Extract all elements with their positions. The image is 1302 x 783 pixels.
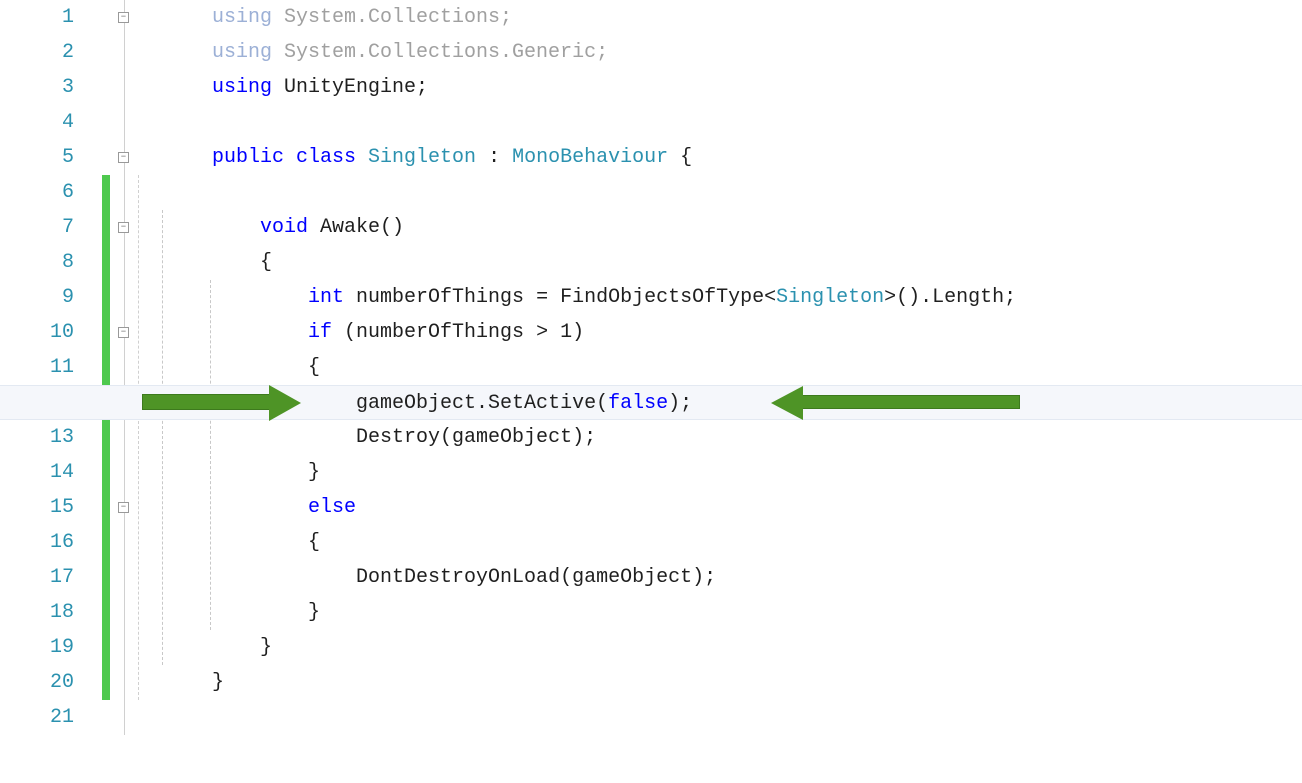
line-number: 14 <box>0 455 74 490</box>
outline-guide <box>138 175 139 700</box>
code-text: >().Length; <box>884 286 1016 309</box>
keyword-int: int <box>308 286 344 309</box>
code-text: { <box>668 146 692 169</box>
brace-open: { <box>260 251 272 274</box>
fold-toggle[interactable]: − <box>118 12 129 23</box>
line-number: 18 <box>0 595 74 630</box>
code-line[interactable]: } <box>212 455 1302 490</box>
brace-close: } <box>212 671 224 694</box>
code-text: ); <box>668 392 692 415</box>
code-line[interactable]: using System.Collections; <box>212 0 1302 35</box>
brace-close: } <box>260 636 272 659</box>
indent-guide <box>210 280 211 630</box>
brace-open: { <box>308 531 320 554</box>
keyword-false: false <box>608 392 668 415</box>
code-line[interactable]: using UnityEngine; <box>212 70 1302 105</box>
line-number: 3 <box>0 70 74 105</box>
code-area[interactable]: using System.Collections; using System.C… <box>212 0 1302 783</box>
type-singleton: Singleton <box>368 146 476 169</box>
keyword-using: using <box>212 41 272 64</box>
type-monobehaviour: MonoBehaviour <box>512 146 668 169</box>
namespace-text: UnityEngine; <box>272 76 428 99</box>
code-text: gameObject.SetActive( <box>356 392 608 415</box>
fold-toggle[interactable]: − <box>118 327 129 338</box>
namespace-text: System.Collections.Generic; <box>272 41 608 64</box>
line-number: 6 <box>0 175 74 210</box>
line-number: 2 <box>0 35 74 70</box>
arrow-right-icon <box>142 394 272 410</box>
fold-toggle[interactable]: − <box>118 152 129 163</box>
code-line[interactable]: { <box>212 245 1302 280</box>
line-number: 5 <box>0 140 74 175</box>
line-number: 20 <box>0 665 74 700</box>
line-number: 7 <box>0 210 74 245</box>
line-number: 9 <box>0 280 74 315</box>
code-line[interactable]: { <box>212 350 1302 385</box>
keyword-public: public <box>212 146 296 169</box>
code-line[interactable]: } <box>212 630 1302 665</box>
line-number: 17 <box>0 560 74 595</box>
outline-guide <box>124 0 125 735</box>
line-number: 11 <box>0 350 74 385</box>
type-singleton: Singleton <box>776 286 884 309</box>
line-number: 19 <box>0 630 74 665</box>
line-number: 21 <box>0 700 74 735</box>
code-line[interactable]: if (numberOfThings > 1) <box>212 315 1302 350</box>
code-text: Destroy(gameObject); <box>356 426 596 449</box>
code-line[interactable]: } <box>212 595 1302 630</box>
code-line[interactable]: void Awake() <box>212 210 1302 245</box>
line-number: 10 <box>0 315 74 350</box>
code-text: DontDestroyOnLoad(gameObject); <box>356 566 716 589</box>
code-line[interactable] <box>212 105 1302 140</box>
code-text: numberOfThings = FindObjectsOfType< <box>344 286 776 309</box>
code-line[interactable]: using System.Collections.Generic; <box>212 35 1302 70</box>
line-number: 1 <box>0 0 74 35</box>
line-number: 13 <box>0 420 74 455</box>
code-line[interactable]: DontDestroyOnLoad(gameObject); <box>212 560 1302 595</box>
keyword-void: void <box>260 216 308 239</box>
arrow-left-icon <box>800 395 1020 409</box>
namespace-text: System.Collections; <box>272 6 512 29</box>
code-text: : <box>476 146 512 169</box>
indent-guide <box>162 210 163 665</box>
keyword-using: using <box>212 76 272 99</box>
change-bar <box>102 175 110 700</box>
line-number: 8 <box>0 245 74 280</box>
keyword-if: if <box>308 321 332 344</box>
keyword-class: class <box>296 146 368 169</box>
code-line[interactable] <box>212 175 1302 210</box>
code-editor: 1 2 3 4 5 6 7 8 9 10 11 12 13 14 15 16 1… <box>0 0 1302 783</box>
line-number: 15 <box>0 490 74 525</box>
code-line[interactable]: { <box>212 525 1302 560</box>
code-line[interactable] <box>212 700 1302 735</box>
keyword-else: else <box>308 496 356 519</box>
code-line[interactable]: else <box>212 490 1302 525</box>
fold-toggle[interactable]: − <box>118 222 129 233</box>
line-number: 4 <box>0 105 74 140</box>
code-text: (numberOfThings > 1) <box>332 321 584 344</box>
code-line[interactable]: Destroy(gameObject); <box>212 420 1302 455</box>
keyword-using: using <box>212 6 272 29</box>
method-awake: Awake() <box>308 216 404 239</box>
brace-open: { <box>308 356 320 379</box>
fold-toggle[interactable]: − <box>118 502 129 513</box>
code-line[interactable]: } <box>212 665 1302 700</box>
code-line[interactable]: int numberOfThings = FindObjectsOfType<S… <box>212 280 1302 315</box>
code-line[interactable]: public class Singleton : MonoBehaviour { <box>212 140 1302 175</box>
brace-close: } <box>308 461 320 484</box>
brace-close: } <box>308 601 320 624</box>
line-number: 16 <box>0 525 74 560</box>
